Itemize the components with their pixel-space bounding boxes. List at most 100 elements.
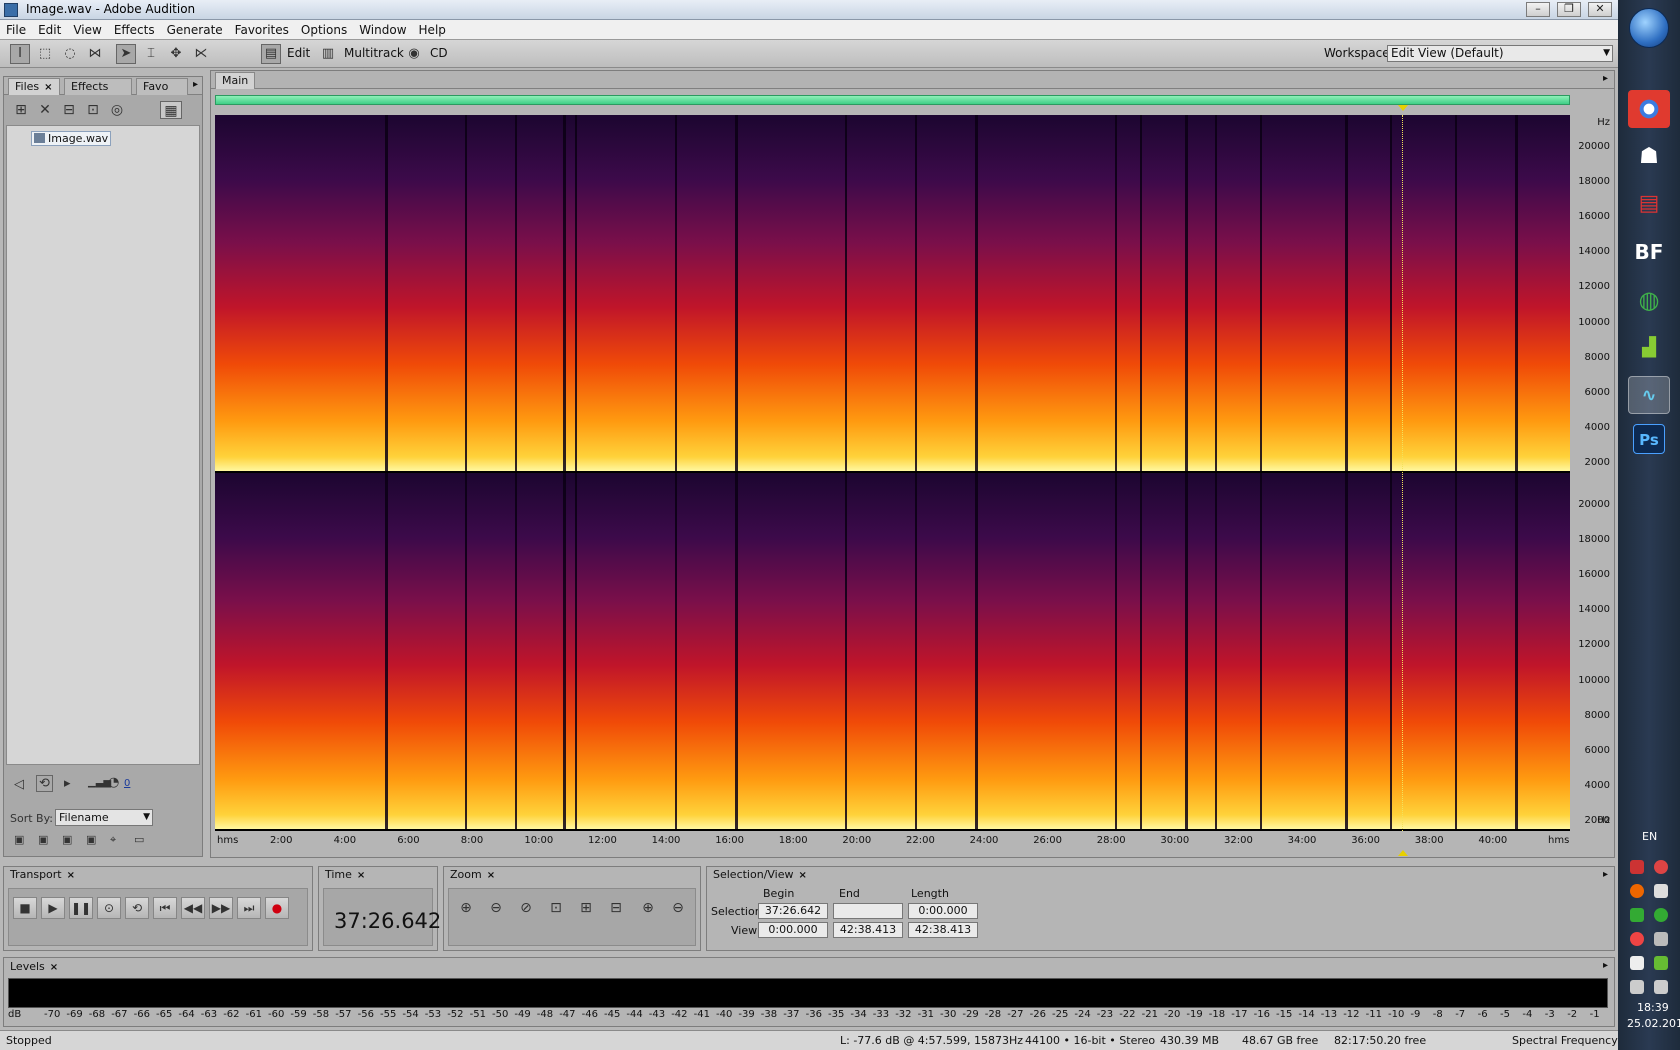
pause-button[interactable]: ❚❚ [69, 897, 93, 919]
lasso-tool-icon[interactable]: ◌ [60, 44, 80, 64]
loop-icon[interactable]: ⟲ [36, 775, 53, 792]
audition-taskbar-icon[interactable]: ∿ [1628, 376, 1670, 414]
menu-window[interactable]: Window [353, 20, 412, 40]
menu-file[interactable]: File [0, 20, 32, 40]
filter-midi-icon[interactable]: ▣ [62, 833, 72, 846]
spot-healing-icon[interactable]: ⋉ [191, 44, 211, 64]
play-from-cursor-button[interactable]: ⊙ [97, 897, 121, 919]
time-ruler[interactable]: hms 2:00 4:00 6:00 8:00 10:00 12:00 14:00 16:00 1… [215, 831, 1570, 853]
hybrid-tool-icon[interactable]: ⌶ [141, 44, 161, 64]
record-button[interactable]: ● [265, 897, 289, 919]
tray-icon-3[interactable] [1630, 884, 1644, 898]
filter-effects-icon[interactable]: ⌖ [110, 833, 116, 847]
tray-icon-7[interactable] [1630, 932, 1644, 946]
maximize-button[interactable]: ❐ [1557, 2, 1581, 17]
playhead-top-marker[interactable] [1398, 105, 1408, 111]
move-tool-icon[interactable]: ➤ [116, 44, 136, 64]
rewind-button[interactable]: ◀◀ [181, 897, 205, 919]
zoom-in-amplitude-icon[interactable]: ⊕ [455, 897, 477, 919]
scrub-tool-icon[interactable]: ✥ [166, 44, 186, 64]
menu-options[interactable]: Options [295, 20, 353, 40]
file-item[interactable]: Image.wav [31, 131, 112, 146]
tray-icon-5[interactable] [1630, 908, 1644, 922]
tab-main[interactable]: Main [215, 72, 256, 89]
menu-view[interactable]: View [67, 20, 107, 40]
marquee-tool-icon[interactable]: ⬚ [35, 44, 55, 64]
view-end-field[interactable]: 42:38.413 [833, 922, 903, 938]
panel-menu-icon[interactable]: ▸ [1603, 869, 1608, 880]
bf-app-icon[interactable]: BF [1628, 233, 1670, 271]
start-button[interactable] [1629, 8, 1669, 48]
go-to-end-button[interactable]: ⏭ [237, 897, 261, 919]
cd-view-label[interactable]: CD [430, 46, 448, 60]
tray-icon-6[interactable] [1654, 908, 1668, 922]
panel-menu-icon[interactable]: ▸ [1603, 960, 1608, 971]
play-button[interactable]: ▶ [41, 897, 65, 919]
import-icon[interactable]: ⊟ [60, 101, 78, 119]
cd-view-icon[interactable]: ◉ [404, 44, 424, 64]
action-center-icon[interactable] [1630, 956, 1644, 970]
zoom-out-amplitude-icon[interactable]: ⊖ [485, 897, 507, 919]
spectrogram-display[interactable] [215, 115, 1570, 831]
view-begin-field[interactable]: 0:00.000 [758, 922, 828, 938]
zoom-left-edge-icon[interactable]: ⊞ [575, 897, 597, 919]
close-icon[interactable]: × [799, 870, 807, 881]
gpu-app-icon[interactable]: ▟ [1628, 329, 1670, 367]
view-length-field[interactable]: 42:38.413 [908, 922, 978, 938]
tray-icon-8[interactable] [1654, 932, 1668, 946]
save-app-icon[interactable]: ▤ [1628, 185, 1670, 223]
photoshop-icon[interactable]: Ps [1633, 424, 1665, 454]
nvidia-icon[interactable] [1654, 956, 1668, 970]
panel-menu-icon[interactable]: ▸ [1603, 73, 1608, 84]
clock-date[interactable]: 25.02.2012 [1627, 1017, 1680, 1030]
go-to-start-button[interactable]: ⏮ [153, 897, 177, 919]
zoom-out-full-icon[interactable]: ⊘ [515, 897, 537, 919]
workspace-select[interactable]: Edit View (Default) ▼ [1387, 45, 1613, 62]
tab-effects[interactable]: Effects [64, 78, 132, 95]
menu-help[interactable]: Help [413, 20, 452, 40]
zoom-out-vertical-icon[interactable]: ⊖ [667, 897, 689, 919]
insert-multitrack-icon[interactable]: ⊡ [84, 101, 102, 119]
close-icon[interactable]: × [67, 870, 75, 881]
volume-value[interactable]: 0 [124, 778, 130, 789]
volume-knob-icon[interactable]: ◔ [108, 775, 119, 790]
play-preview-icon[interactable]: ▸ [64, 776, 71, 791]
minimize-button[interactable]: – [1526, 2, 1550, 17]
close-icon[interactable]: × [487, 870, 495, 881]
zoom-in-vertical-icon[interactable]: ⊕ [637, 897, 659, 919]
menu-favorites[interactable]: Favorites [229, 20, 295, 40]
edit-view-label[interactable]: Edit [287, 46, 310, 60]
tab-files[interactable]: Files × [8, 78, 60, 95]
tray-icon-1[interactable] [1630, 860, 1644, 874]
close-button[interactable]: ✕ [1588, 2, 1612, 17]
overview-bar[interactable] [215, 95, 1570, 105]
close-icon[interactable]: × [44, 82, 52, 93]
time-selection-tool-icon[interactable]: I [10, 44, 30, 64]
filter-cd-icon[interactable]: ▭ [134, 833, 144, 846]
utorrent-icon[interactable]: ◍ [1628, 281, 1670, 319]
loop-button[interactable]: ⟲ [125, 897, 149, 919]
language-indicator[interactable]: EN [1642, 830, 1657, 843]
filter-audio-icon[interactable]: ▣ [14, 833, 24, 846]
multitrack-view-label[interactable]: Multitrack [344, 46, 404, 60]
speaker-icon[interactable]: ◁ [14, 777, 24, 792]
selection-begin-field[interactable]: 37:26.642 [758, 903, 828, 919]
network-icon[interactable] [1630, 980, 1644, 994]
close-icon[interactable]: × [357, 870, 365, 881]
stop-button[interactable]: ■ [13, 897, 37, 919]
clock-time[interactable]: 18:39 [1637, 1001, 1669, 1014]
zoom-right-edge-icon[interactable]: ⊟ [605, 897, 627, 919]
filter-video-icon[interactable]: ▣ [86, 833, 96, 846]
menu-generate[interactable]: Generate [161, 20, 229, 40]
fast-forward-button[interactable]: ▶▶ [209, 897, 233, 919]
show-options-icon[interactable]: ▦ [160, 101, 182, 119]
volume-tray-icon[interactable] [1654, 980, 1668, 994]
close-icon[interactable]: × [50, 962, 58, 973]
tray-icon-2[interactable] [1654, 860, 1668, 874]
panel-menu-icon[interactable]: ▸ [193, 79, 198, 90]
close-file-icon[interactable]: ✕ [36, 101, 54, 119]
effects-paintbrush-icon[interactable]: ⋈ [85, 44, 105, 64]
spectrogram-channel-left[interactable] [215, 115, 1570, 471]
chrome-icon[interactable] [1628, 90, 1670, 128]
menu-effects[interactable]: Effects [108, 20, 161, 40]
